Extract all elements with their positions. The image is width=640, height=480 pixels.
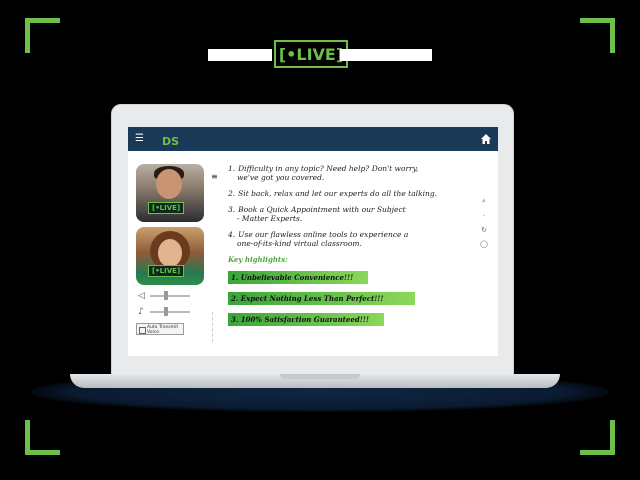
point-line: we've got you covered. <box>237 173 325 182</box>
participants-panel: [•LIVE] [•LIVE] ◁ ♪ Auto Transmit Voice <box>136 164 204 335</box>
point-line: Book a Quick Appointment with our Subjec… <box>238 205 406 214</box>
point-line: Sit back, relax and let our experts do a… <box>238 189 438 198</box>
laptop-notch <box>280 374 360 379</box>
divider <box>212 312 215 342</box>
app-logo[interactable]: DS <box>162 130 186 148</box>
microphone-icon: ♪ <box>138 307 144 317</box>
point-number: 2. <box>228 189 236 198</box>
point-item: 4. Use our flawless online tools to exper… <box>228 230 473 248</box>
point-line: Difficulty in any topic? Need help? Don'… <box>238 164 419 173</box>
key-highlights-heading: Key highlights: <box>228 255 288 264</box>
corner-bracket-bottom-left <box>25 420 60 455</box>
highlight-banner: 3. 100% Satisfaction Guaranteed!!! <box>228 313 384 326</box>
side-toolbar: ⌕ · ↻ ◯ <box>478 197 490 254</box>
teacher-face <box>156 169 182 199</box>
banner-bar-right <box>340 49 432 61</box>
search-icon[interactable]: ⌕ <box>478 197 490 206</box>
highlight-banner: 2. Expect Nothing Less Than Perfect!!! <box>228 292 415 305</box>
home-icon[interactable] <box>480 133 492 145</box>
speaker-icon: ◁ <box>138 291 145 301</box>
slider-thumb[interactable] <box>164 307 168 316</box>
point-number: 3. <box>228 205 236 214</box>
teacher-video[interactable]: [•LIVE] <box>136 164 204 222</box>
point-number: 1. <box>228 164 236 173</box>
corner-bracket-bottom-right <box>580 420 615 455</box>
auto-transmit-checkbox[interactable] <box>139 327 146 334</box>
auto-transmit-voice-button[interactable]: Auto Transmit Voice <box>136 323 184 335</box>
auto-transmit-label: Auto Transmit Voice <box>147 325 179 335</box>
banner-bar-left <box>208 49 272 61</box>
speaker-volume-slider[interactable] <box>150 291 190 300</box>
logo-text: DS <box>162 135 180 148</box>
corner-bracket-top-right <box>580 18 615 53</box>
point-line: - Matter Experts. <box>237 214 303 223</box>
top-banner: [•LIVE] <box>208 40 432 68</box>
chat-icon[interactable]: ◯ <box>478 240 490 248</box>
student-live-badge: [•LIVE] <box>148 265 185 277</box>
mic-volume-row: ♪ <box>136 306 204 318</box>
point-line: Use our flawless online tools to experie… <box>238 230 409 239</box>
student-face <box>158 239 182 267</box>
speaker-volume-row: ◁ <box>136 290 204 302</box>
main-content: 1. Difficulty in any topic? Need help? Do… <box>228 164 473 334</box>
scroll-indicator-icon[interactable]: · <box>478 212 490 220</box>
highlight-banner: 1. Unbelievable Convenience!!! <box>228 271 368 284</box>
point-item: 2. Sit back, relax and let our experts do… <box>228 189 473 198</box>
point-number: 4. <box>228 230 236 239</box>
corner-bracket-top-left <box>25 18 60 53</box>
hamburger-menu-icon[interactable]: ☰ <box>135 133 144 145</box>
app-screen: ☰ DS [•LIVE] [•LIVE] ◁ ♪ Auto Transmit V… <box>128 127 498 356</box>
top-navbar: ☰ DS <box>128 127 498 151</box>
live-logo: [•LIVE] <box>274 40 348 68</box>
refresh-icon[interactable]: ↻ <box>478 226 490 234</box>
point-item: 1. Difficulty in any topic? Need help? Do… <box>228 164 473 182</box>
list-menu-icon[interactable]: ≡ <box>211 172 218 181</box>
student-video[interactable]: [•LIVE] <box>136 227 204 285</box>
point-line: one-of-its-kind virtual classroom. <box>237 239 362 248</box>
point-item: 3. Book a Quick Appointment with our Subj… <box>228 205 473 223</box>
slider-thumb[interactable] <box>164 291 168 300</box>
mic-volume-slider[interactable] <box>150 307 190 316</box>
teacher-live-badge: [•LIVE] <box>148 202 185 214</box>
